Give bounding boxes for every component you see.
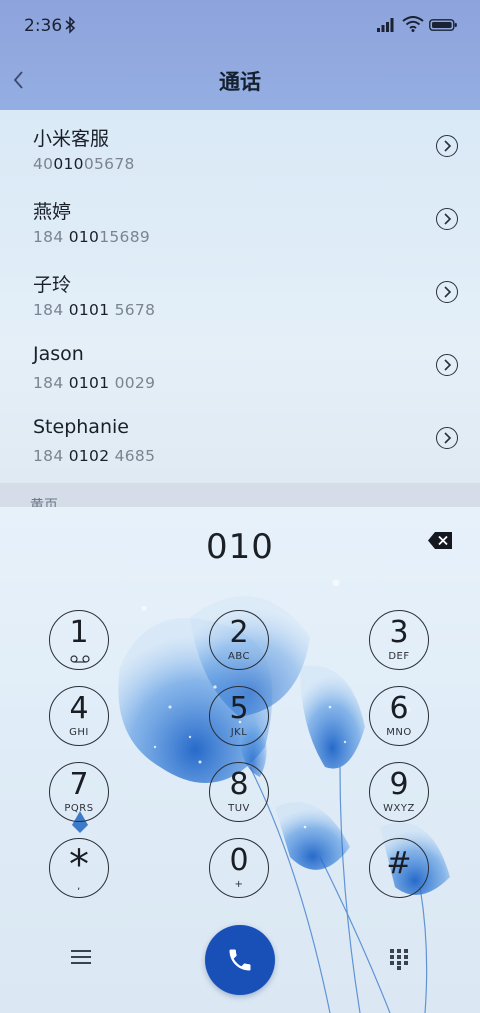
dial-key-4[interactable]: 4 GHI [49, 686, 109, 746]
contact-number: 184 01015689 [33, 228, 151, 246]
contact-detail-icon[interactable] [436, 354, 458, 376]
contact-row[interactable]: Stephanie 184 0102 4685 [0, 402, 480, 475]
contact-row[interactable]: Jason 184 0101 0029 [0, 329, 480, 402]
contact-row[interactable]: 子玲 184 0101 5678 [0, 256, 480, 329]
contact-number: 184 0101 5678 [33, 301, 156, 319]
contact-detail-icon[interactable] [436, 208, 458, 230]
dial-key-7[interactable]: 7 PQRS [49, 762, 109, 822]
status-bar: 2:36 [0, 0, 480, 52]
dial-input-display[interactable]: 010 [0, 527, 480, 567]
contact-number: 4001005678 [33, 155, 135, 173]
wifi-icon [402, 16, 424, 32]
contact-detail-icon[interactable] [436, 427, 458, 449]
contact-name: Stephanie [33, 416, 129, 438]
dial-key-5[interactable]: 5 JKL [209, 686, 269, 746]
signal-icon [377, 18, 394, 32]
dial-key-0[interactable]: 0 + [209, 838, 269, 898]
dialpad-icon[interactable] [389, 948, 409, 970]
contact-list: 小米客服 4001005678 燕婷 184 01015689 子玲 184 0… [0, 110, 480, 514]
contact-detail-icon[interactable] [436, 281, 458, 303]
dial-key-6[interactable]: 6 MNO [369, 686, 429, 746]
bluetooth-icon [65, 16, 76, 34]
contact-name: Jason [33, 343, 84, 365]
status-time: 2:36 [24, 16, 63, 36]
contact-number: 184 0101 0029 [33, 374, 156, 392]
dial-key-8[interactable]: 8 TUV [209, 762, 269, 822]
page-title: 通话 [219, 70, 261, 94]
delete-icon[interactable] [428, 532, 452, 549]
app-header: 2:36 通话 [0, 0, 480, 110]
dial-key-star[interactable]: * , [49, 838, 109, 898]
voicemail-icon [70, 655, 90, 663]
contact-row[interactable]: 燕婷 184 01015689 [0, 183, 480, 256]
contact-detail-icon[interactable] [436, 135, 458, 157]
dial-key-1[interactable]: 1 [49, 610, 109, 670]
contact-name: 小米客服 [33, 128, 110, 150]
contact-name: 子玲 [33, 274, 72, 296]
menu-icon[interactable] [70, 948, 92, 966]
dial-key-3[interactable]: 3 DEF [369, 610, 429, 670]
battery-icon [429, 19, 457, 31]
call-button[interactable] [205, 925, 275, 995]
dial-key-9[interactable]: 9 WXYZ [369, 762, 429, 822]
contact-number: 184 0102 4685 [33, 447, 156, 465]
dial-key-hash[interactable]: # [369, 838, 429, 898]
phone-icon [229, 949, 251, 971]
contact-row[interactable]: 小米客服 4001005678 [0, 110, 480, 183]
dial-key-2[interactable]: 2 ABC [209, 610, 269, 670]
contact-name: 燕婷 [33, 201, 72, 223]
dialer-panel: 010 1 2 ABC 3 DEF 4 GHI 5 JKL 6 MNO 7 PQ… [0, 507, 480, 1013]
